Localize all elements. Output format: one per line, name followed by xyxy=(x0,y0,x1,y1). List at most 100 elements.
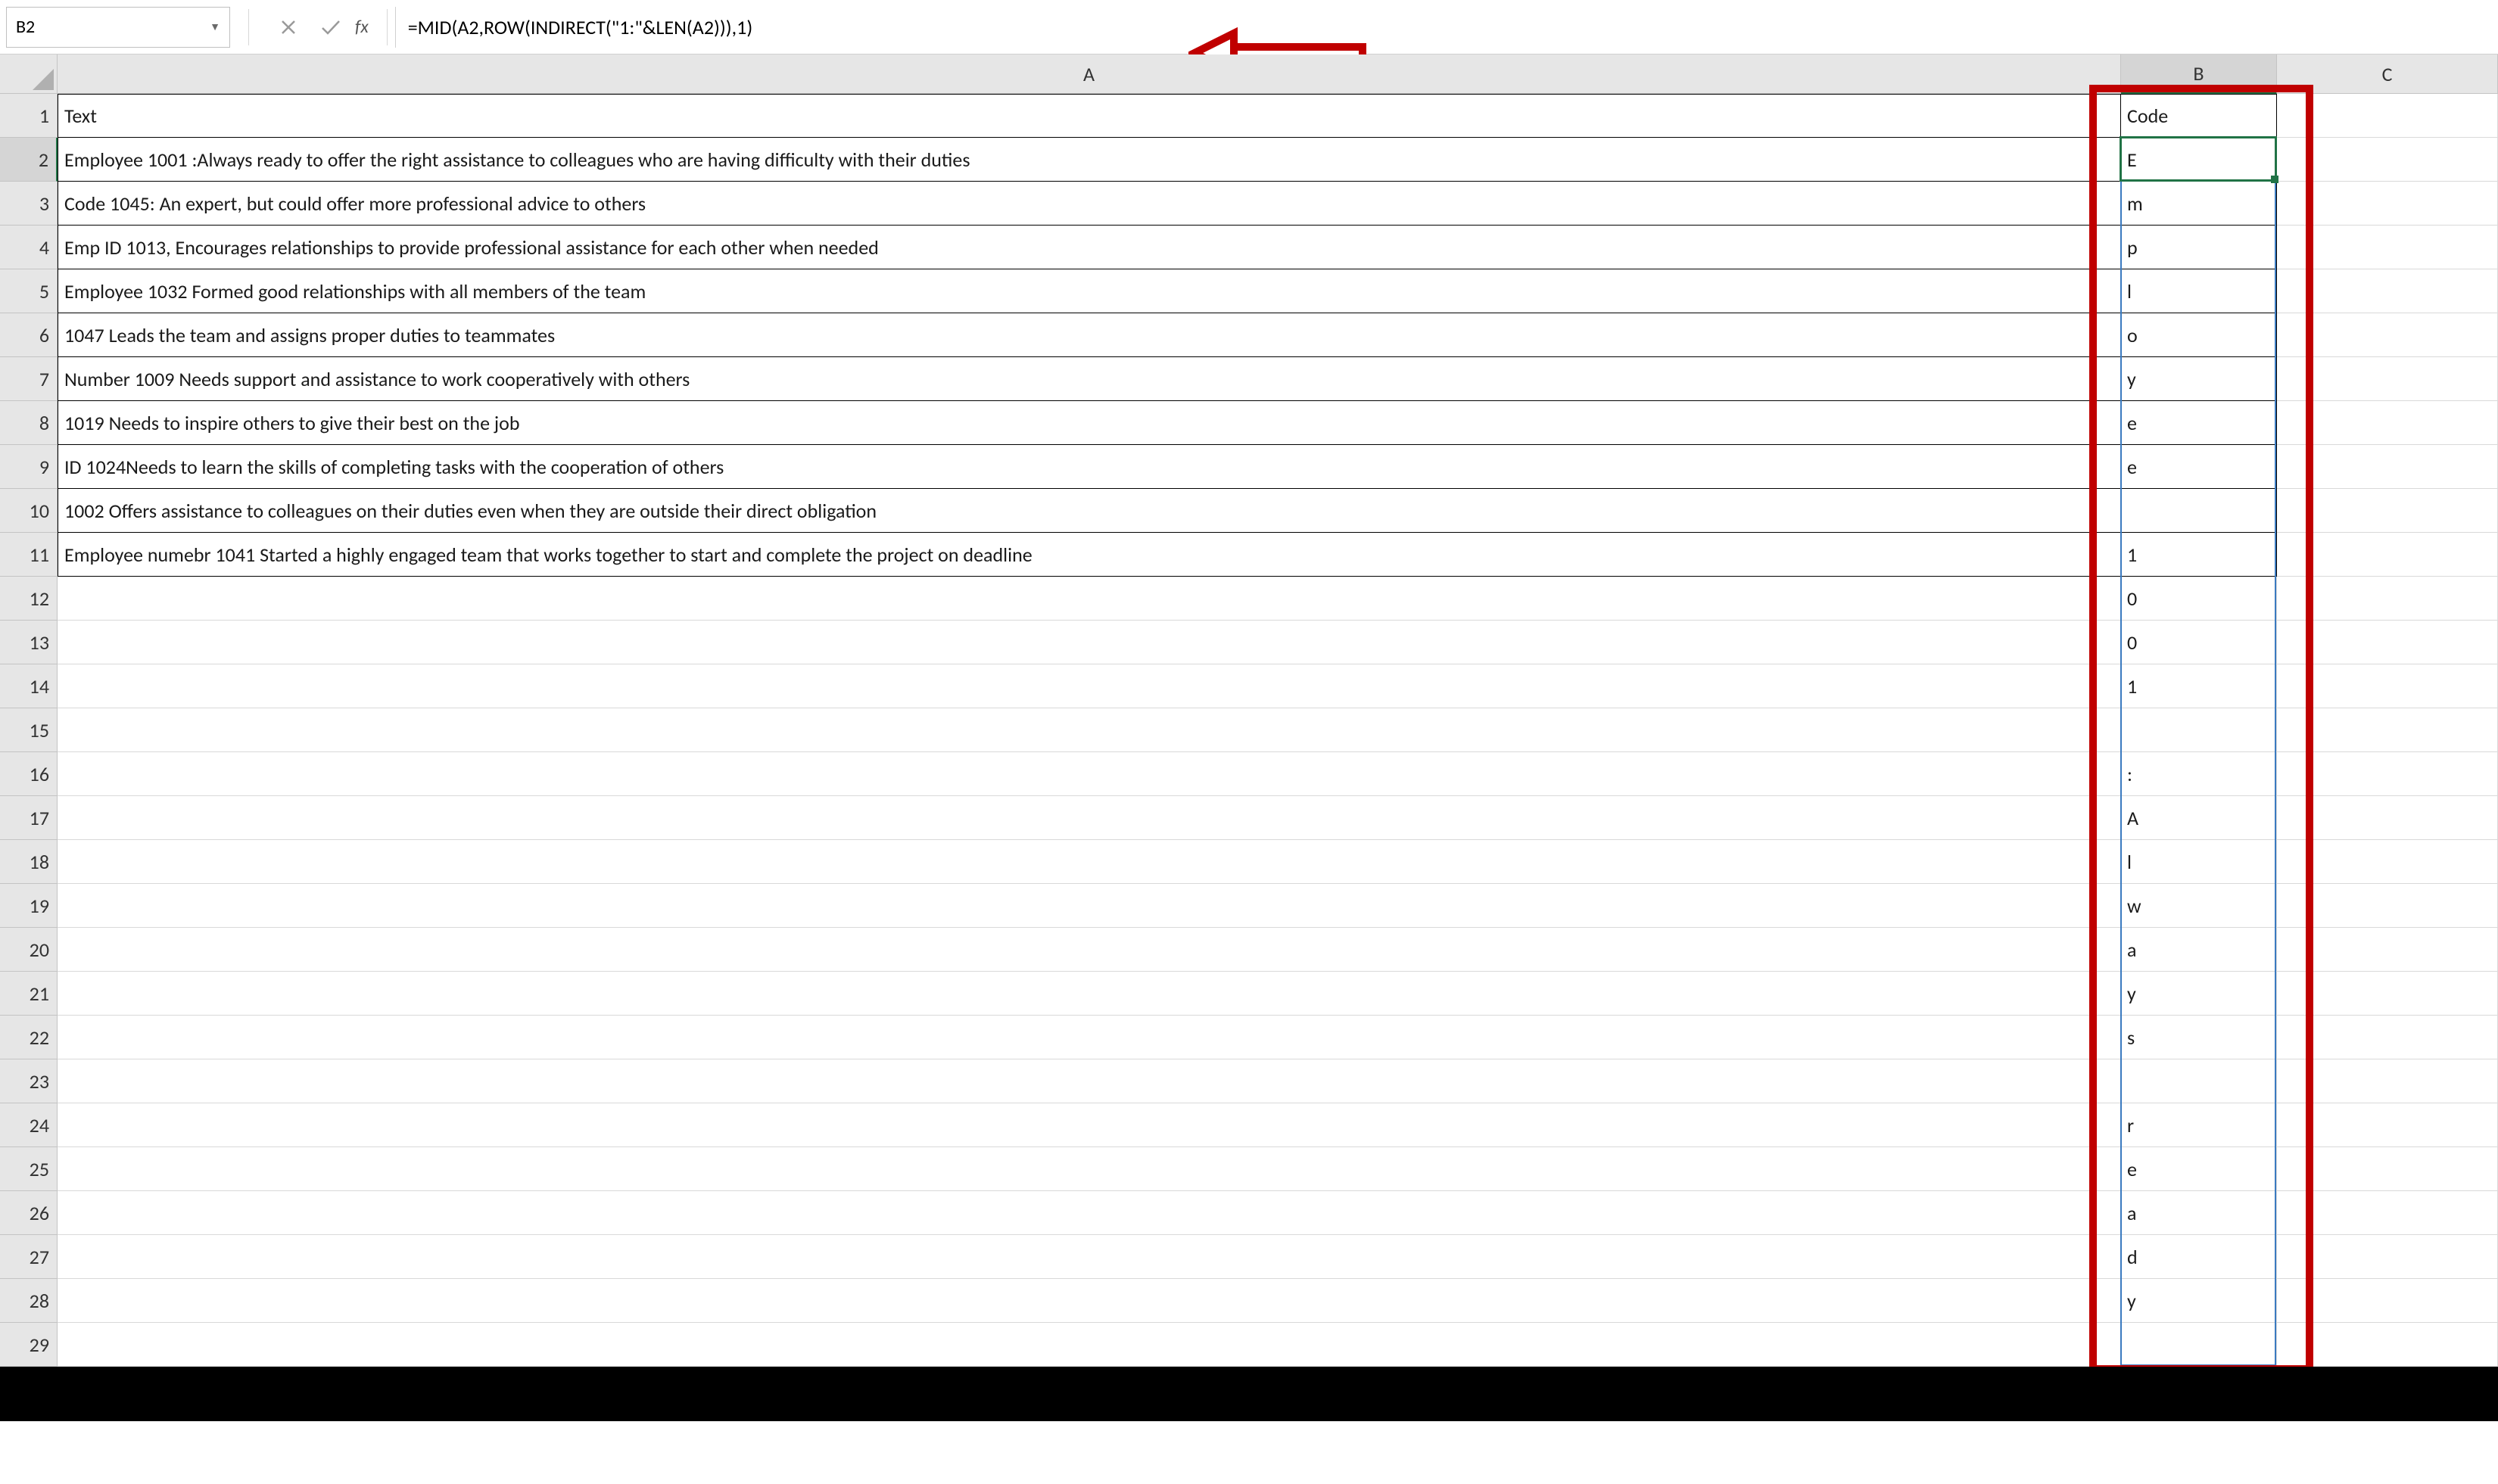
row-header-17[interactable]: 17 xyxy=(0,796,58,840)
cell-B8[interactable]: e xyxy=(2121,401,2277,445)
row-header-6[interactable]: 6 xyxy=(0,313,58,357)
row-header-20[interactable]: 20 xyxy=(0,928,58,972)
cell-C21[interactable] xyxy=(2277,972,2498,1016)
cell-C11[interactable] xyxy=(2277,533,2498,577)
cell-C23[interactable] xyxy=(2277,1059,2498,1103)
cell-B3[interactable]: m xyxy=(2121,182,2277,226)
row-header-14[interactable]: 14 xyxy=(0,664,58,708)
cell-B20[interactable]: a xyxy=(2121,928,2277,972)
cell-A1[interactable]: Text xyxy=(58,94,2121,138)
row-header-2[interactable]: 2 xyxy=(0,138,58,182)
cell-A27[interactable] xyxy=(58,1235,2121,1279)
column-header-C[interactable]: C xyxy=(2277,54,2498,94)
cell-C26[interactable] xyxy=(2277,1191,2498,1235)
cell-A29[interactable] xyxy=(58,1323,2121,1367)
cell-B7[interactable]: y xyxy=(2121,357,2277,401)
cell-C10[interactable] xyxy=(2277,489,2498,533)
cell-A24[interactable] xyxy=(58,1103,2121,1147)
cell-A28[interactable] xyxy=(58,1279,2121,1323)
cell-B29[interactable] xyxy=(2121,1323,2277,1367)
cell-C13[interactable] xyxy=(2277,621,2498,664)
row-header-18[interactable]: 18 xyxy=(0,840,58,884)
cell-A4[interactable]: Emp ID 1013, Encourages relationships to… xyxy=(58,226,2121,269)
row-header-3[interactable]: 3 xyxy=(0,182,58,226)
row-header-29[interactable]: 29 xyxy=(0,1323,58,1367)
cell-A15[interactable] xyxy=(58,708,2121,752)
row-header-12[interactable]: 12 xyxy=(0,577,58,621)
cell-C29[interactable] xyxy=(2277,1323,2498,1367)
cell-A13[interactable] xyxy=(58,621,2121,664)
cancel-icon[interactable] xyxy=(275,14,302,41)
cell-A17[interactable] xyxy=(58,796,2121,840)
cell-C20[interactable] xyxy=(2277,928,2498,972)
cell-B13[interactable]: 0 xyxy=(2121,621,2277,664)
cell-A8[interactable]: 1019 Needs to inspire others to give the… xyxy=(58,401,2121,445)
cell-C5[interactable] xyxy=(2277,269,2498,313)
cell-A5[interactable]: Employee 1032 Formed good relationships … xyxy=(58,269,2121,313)
row-header-24[interactable]: 24 xyxy=(0,1103,58,1147)
cell-C8[interactable] xyxy=(2277,401,2498,445)
cell-C3[interactable] xyxy=(2277,182,2498,226)
cell-B16[interactable]: : xyxy=(2121,752,2277,796)
cell-B4[interactable]: p xyxy=(2121,226,2277,269)
cell-A9[interactable]: ID 1024Needs to learn the skills of comp… xyxy=(58,445,2121,489)
cell-B22[interactable]: s xyxy=(2121,1016,2277,1059)
row-header-27[interactable]: 27 xyxy=(0,1235,58,1279)
row-header-9[interactable]: 9 xyxy=(0,445,58,489)
cell-B1[interactable]: Code xyxy=(2121,94,2277,138)
cell-C14[interactable] xyxy=(2277,664,2498,708)
cell-A7[interactable]: Number 1009 Needs support and assistance… xyxy=(58,357,2121,401)
name-box[interactable]: B2 ▼ xyxy=(6,7,230,48)
cell-B18[interactable]: l xyxy=(2121,840,2277,884)
cell-C22[interactable] xyxy=(2277,1016,2498,1059)
row-header-26[interactable]: 26 xyxy=(0,1191,58,1235)
row-header-1[interactable]: 1 xyxy=(0,94,58,138)
cell-A22[interactable] xyxy=(58,1016,2121,1059)
row-header-11[interactable]: 11 xyxy=(0,533,58,577)
cell-A26[interactable] xyxy=(58,1191,2121,1235)
cell-C9[interactable] xyxy=(2277,445,2498,489)
cell-A3[interactable]: Code 1045: An expert, but could offer mo… xyxy=(58,182,2121,226)
cell-B25[interactable]: e xyxy=(2121,1147,2277,1191)
cell-B21[interactable]: y xyxy=(2121,972,2277,1016)
row-header-19[interactable]: 19 xyxy=(0,884,58,928)
row-header-15[interactable]: 15 xyxy=(0,708,58,752)
cell-A25[interactable] xyxy=(58,1147,2121,1191)
cell-C12[interactable] xyxy=(2277,577,2498,621)
cell-C17[interactable] xyxy=(2277,796,2498,840)
cell-B14[interactable]: 1 xyxy=(2121,664,2277,708)
row-header-16[interactable]: 16 xyxy=(0,752,58,796)
cell-A6[interactable]: 1047 Leads the team and assigns proper d… xyxy=(58,313,2121,357)
row-header-23[interactable]: 23 xyxy=(0,1059,58,1103)
cell-B2[interactable]: E xyxy=(2121,138,2277,182)
row-header-4[interactable]: 4 xyxy=(0,226,58,269)
row-header-25[interactable]: 25 xyxy=(0,1147,58,1191)
cell-B15[interactable] xyxy=(2121,708,2277,752)
row-header-21[interactable]: 21 xyxy=(0,972,58,1016)
row-header-28[interactable]: 28 xyxy=(0,1279,58,1323)
cell-C25[interactable] xyxy=(2277,1147,2498,1191)
cell-C28[interactable] xyxy=(2277,1279,2498,1323)
cell-A23[interactable] xyxy=(58,1059,2121,1103)
column-header-B[interactable]: B xyxy=(2121,54,2277,94)
cell-B27[interactable]: d xyxy=(2121,1235,2277,1279)
cell-B23[interactable] xyxy=(2121,1059,2277,1103)
column-header-A[interactable]: A xyxy=(58,54,2121,94)
cell-A20[interactable] xyxy=(58,928,2121,972)
cell-C6[interactable] xyxy=(2277,313,2498,357)
cell-B10[interactable] xyxy=(2121,489,2277,533)
cell-A12[interactable] xyxy=(58,577,2121,621)
cell-C1[interactable] xyxy=(2277,94,2498,138)
cell-C16[interactable] xyxy=(2277,752,2498,796)
cells-area[interactable]: TextCodeEmployee 1001 :Always ready to o… xyxy=(58,94,2498,1367)
cell-C19[interactable] xyxy=(2277,884,2498,928)
cell-B6[interactable]: o xyxy=(2121,313,2277,357)
cell-B24[interactable]: r xyxy=(2121,1103,2277,1147)
cell-A2[interactable]: Employee 1001 :Always ready to offer the… xyxy=(58,138,2121,182)
cell-A11[interactable]: Employee numebr 1041 Started a highly en… xyxy=(58,533,2121,577)
cell-B26[interactable]: a xyxy=(2121,1191,2277,1235)
cell-C24[interactable] xyxy=(2277,1103,2498,1147)
cell-B12[interactable]: 0 xyxy=(2121,577,2277,621)
cell-B19[interactable]: w xyxy=(2121,884,2277,928)
cell-C4[interactable] xyxy=(2277,226,2498,269)
